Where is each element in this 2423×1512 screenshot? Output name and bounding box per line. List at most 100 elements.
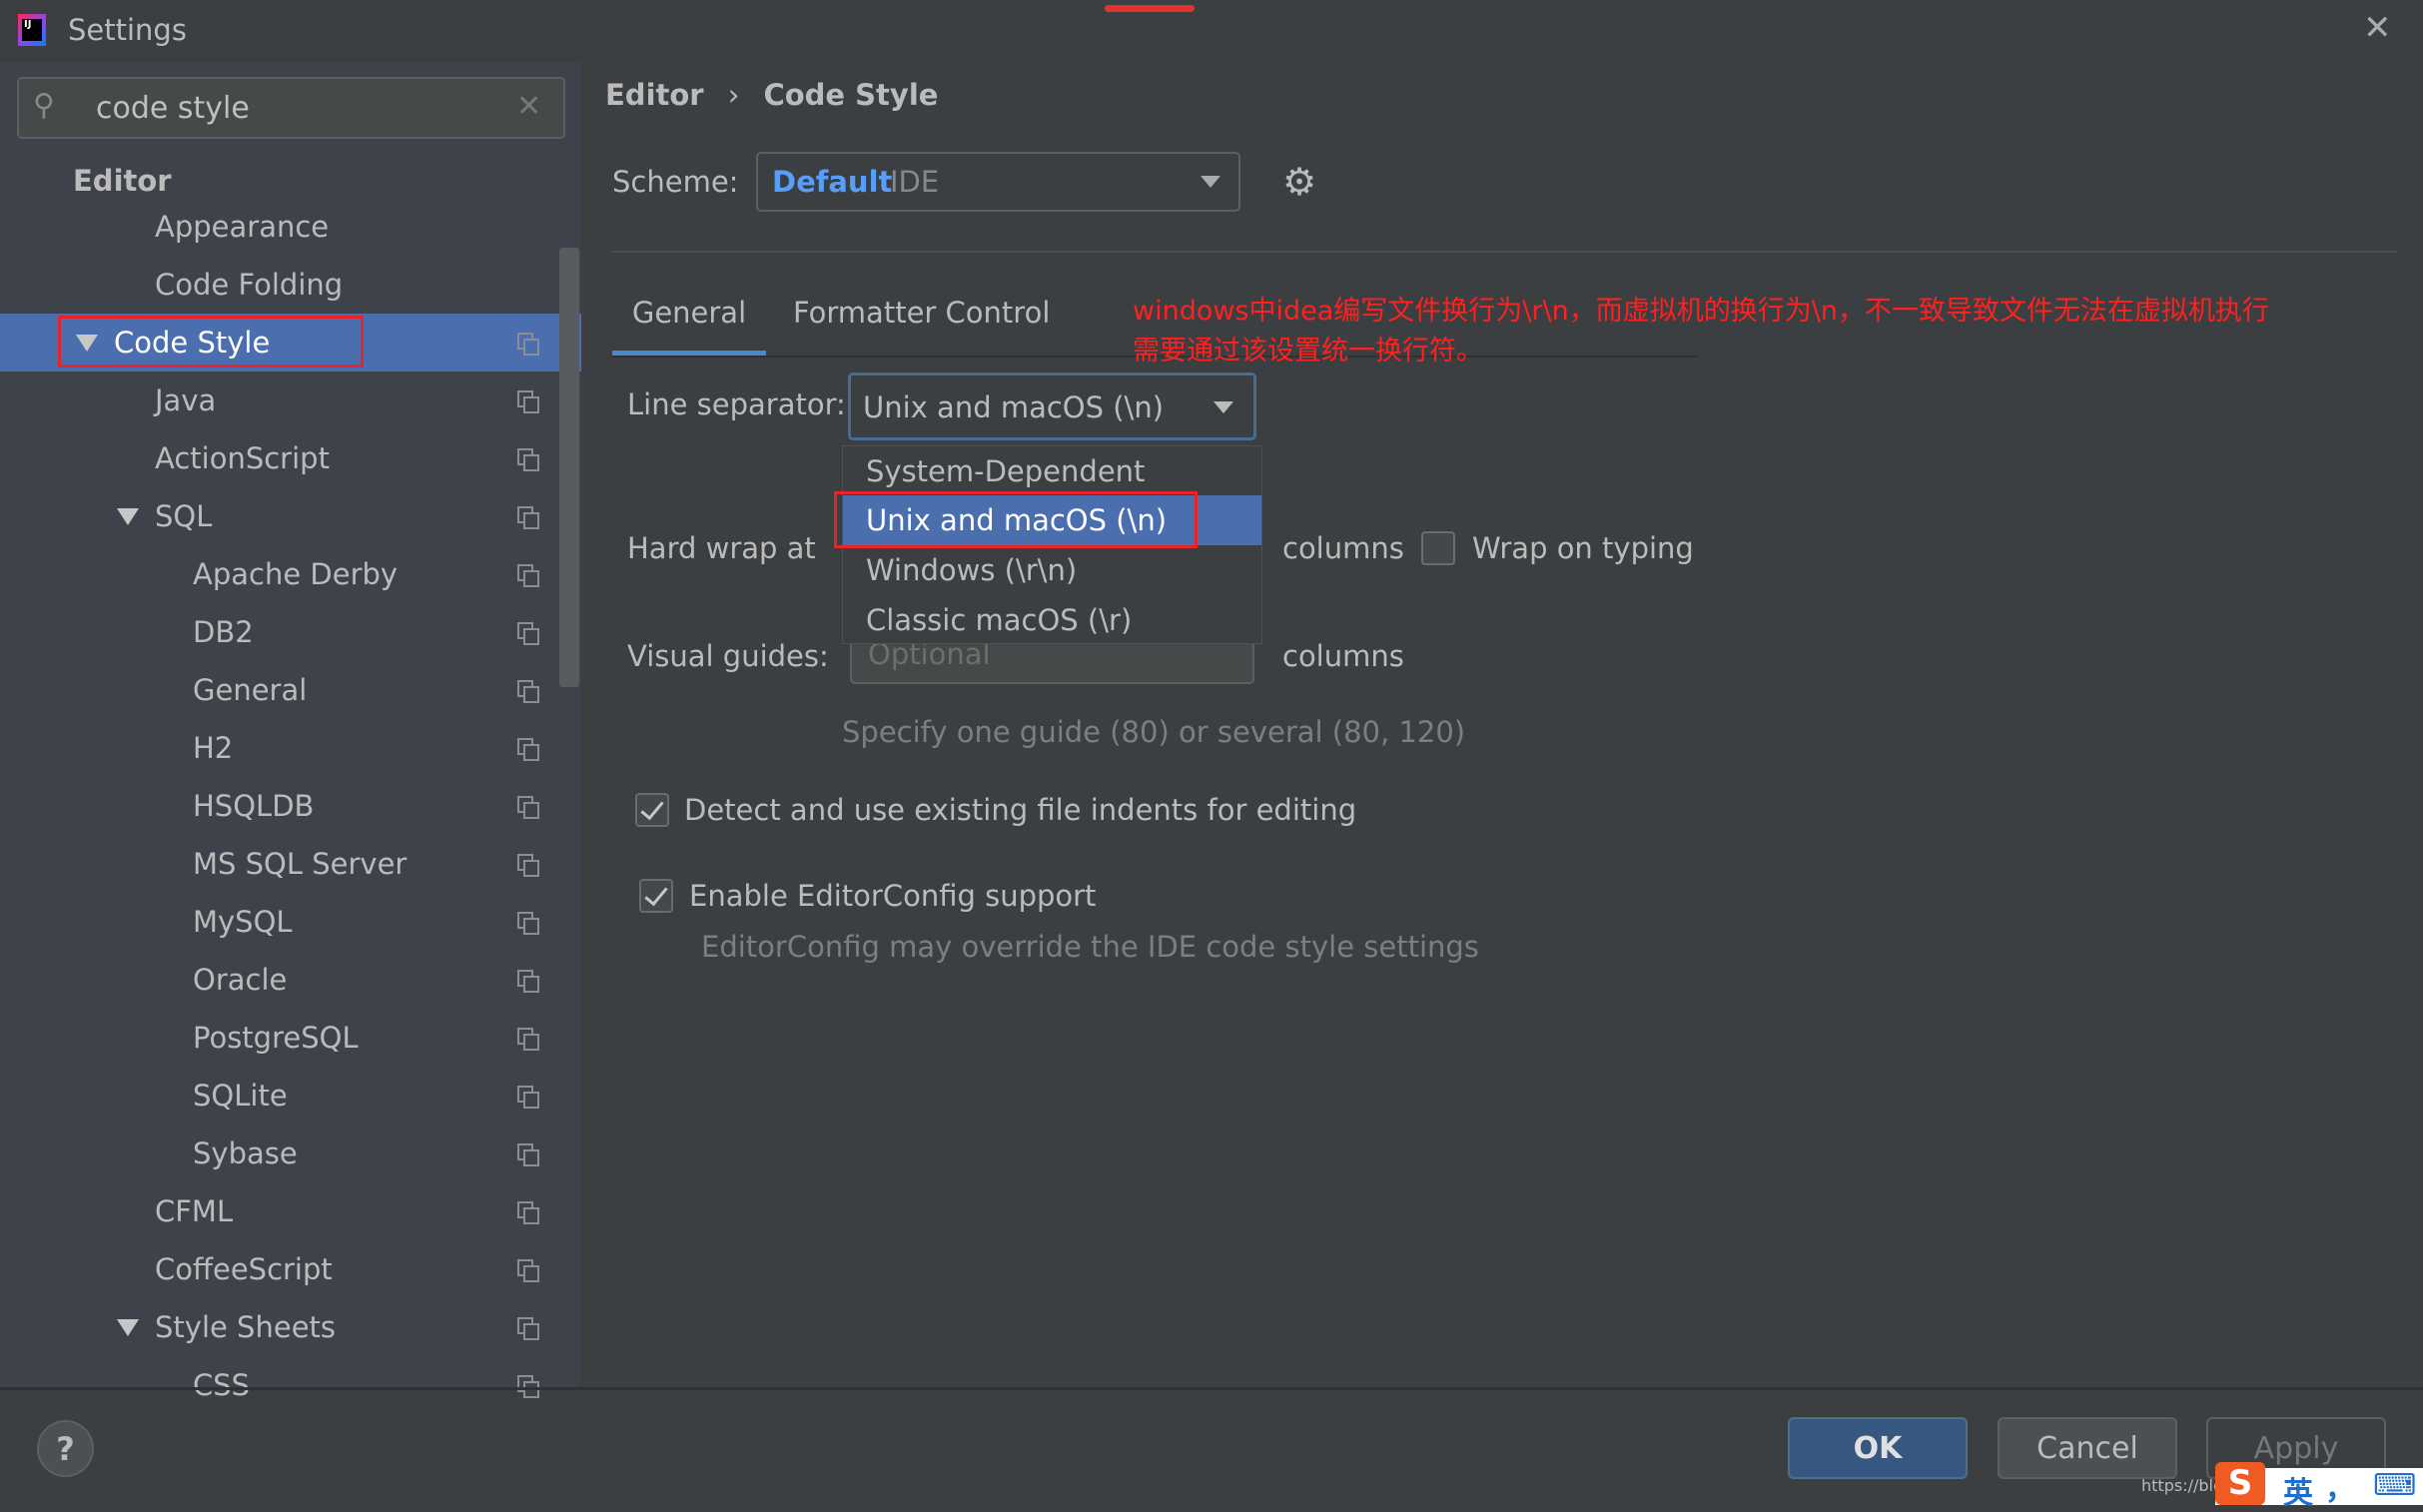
sidebar-item-code-folding[interactable]: Code Folding <box>0 256 581 314</box>
ime-punctuation: ， <box>2325 1472 2355 1507</box>
gear-icon[interactable]: ⚙ <box>1282 160 1316 204</box>
sidebar-item-oracle[interactable]: Oracle <box>0 951 581 1009</box>
settings-sidebar: ⚲ code style ✕ Editor Appearance Code Fol… <box>0 62 581 1402</box>
copy-scheme-icon <box>517 796 539 819</box>
copy-scheme-icon <box>517 333 539 356</box>
copy-scheme-icon <box>517 564 539 587</box>
editorconfig-label[interactable]: Enable EditorConfig support <box>689 879 1096 913</box>
sidebar-item-code-style[interactable]: Code Style <box>0 314 581 372</box>
scheme-label: Scheme: <box>612 165 739 199</box>
copy-scheme-icon <box>517 854 539 877</box>
sidebar-item-label: ActionScript <box>155 441 330 475</box>
copy-scheme-icon <box>517 970 539 993</box>
sidebar-item-style-sheets[interactable]: Style Sheets <box>0 1298 581 1356</box>
wrap-on-typing-checkbox[interactable] <box>1421 531 1455 565</box>
detect-indents-label[interactable]: Detect and use existing file indents for… <box>684 793 1356 827</box>
sidebar-item-h2[interactable]: H2 <box>0 719 581 777</box>
sidebar-item-sqlite[interactable]: SQLite <box>0 1067 581 1125</box>
line-separator-value: Unix and macOS (\n) <box>863 390 1165 424</box>
scheme-dropdown[interactable]: Default IDE <box>756 152 1240 212</box>
scheme-name: Default <box>772 165 893 199</box>
expand-triangle-icon[interactable] <box>117 508 139 525</box>
sidebar-item-general[interactable]: General <box>0 661 581 719</box>
tab-general-label: General <box>631 296 747 330</box>
help-button[interactable]: ? <box>37 1420 94 1477</box>
footer-divider <box>0 1387 2423 1390</box>
sogou-logo-icon: S <box>2215 1462 2265 1505</box>
sidebar-item-db2[interactable]: DB2 <box>0 603 581 661</box>
divider <box>612 251 2398 253</box>
sidebar-item-coffeescript[interactable]: CoffeeScript <box>0 1240 581 1298</box>
option-system-dependent[interactable]: System-Dependent <box>843 446 1261 496</box>
copy-scheme-icon <box>517 1317 539 1340</box>
sidebar-item-postgresql[interactable]: PostgreSQL <box>0 1009 581 1067</box>
tab-formatter-control[interactable]: Formatter Control <box>793 296 1050 330</box>
sidebar-item-ms-sql-server[interactable]: MS SQL Server <box>0 835 581 893</box>
search-input[interactable]: ⚲ code style ✕ <box>17 77 565 139</box>
help-icon: ? <box>56 1429 75 1468</box>
cancel-button[interactable]: Cancel <box>1998 1417 2177 1479</box>
editorconfig-hint: EditorConfig may override the IDE code s… <box>701 930 1479 964</box>
visual-guides-label: Visual guides: <box>627 639 829 673</box>
ime-toolbar[interactable]: S 英 ， ⌨ <box>2215 1462 2423 1511</box>
sidebar-scrollbar[interactable] <box>559 248 579 687</box>
copy-scheme-icon <box>517 912 539 935</box>
sidebar-section-editor[interactable]: Editor <box>73 164 172 198</box>
chevron-down-icon <box>1213 401 1233 413</box>
option-classic-macos[interactable]: Classic macOS (\r) <box>843 595 1261 645</box>
tab-general[interactable]: General <box>612 290 766 357</box>
window-title: Settings <box>68 13 187 47</box>
sidebar-item-label: Style Sheets <box>155 1310 337 1344</box>
annotation-line-1: windows中idea编写文件换行为\r\n，而虚拟机的换行为\n，不一致导致… <box>1133 296 2269 327</box>
visual-guides-hint: Specify one guide (80) or several (80, 1… <box>842 715 1466 749</box>
close-icon[interactable]: ✕ <box>2363 8 2392 48</box>
copy-scheme-icon <box>517 1028 539 1051</box>
wrap-on-typing-label[interactable]: Wrap on typing <box>1472 531 1694 565</box>
search-icon: ⚲ <box>33 88 55 123</box>
sidebar-item-java[interactable]: Java <box>0 372 581 429</box>
clear-search-icon[interactable]: ✕ <box>516 89 541 124</box>
sidebar-item-label: HSQLDB <box>193 789 315 823</box>
sidebar-item-label: MS SQL Server <box>193 847 407 881</box>
sidebar-item-mysql[interactable]: MySQL <box>0 893 581 951</box>
annotation-highlight-box <box>58 316 364 368</box>
copy-scheme-icon <box>517 1259 539 1282</box>
sidebar-item-label: Appearance <box>155 210 330 244</box>
breadcrumb-separator: › <box>727 78 740 112</box>
hard-wrap-columns-label: columns <box>1282 531 1404 565</box>
sidebar-item-sql[interactable]: SQL <box>0 487 581 545</box>
sidebar-item-hsqldb[interactable]: HSQLDB <box>0 777 581 835</box>
sidebar-item-label: H2 <box>193 731 234 765</box>
breadcrumb-code-style: Code Style <box>763 78 939 112</box>
sidebar-item-label: Java <box>155 383 217 417</box>
visual-guides-columns-label: columns <box>1282 639 1404 673</box>
title-bar: IJ Settings ✕ <box>0 0 2423 62</box>
intellij-logo-icon: IJ <box>18 14 46 46</box>
keyboard-icon: ⌨ <box>2373 1468 2417 1503</box>
editorconfig-checkbox[interactable] <box>639 879 673 913</box>
sidebar-item-label: Oracle <box>193 963 288 997</box>
copy-scheme-icon <box>517 506 539 529</box>
sidebar-item-css[interactable]: CSS <box>0 1356 581 1414</box>
sidebar-item-label: MySQL <box>193 905 293 939</box>
sidebar-item-actionscript[interactable]: ActionScript <box>0 429 581 487</box>
sidebar-item-label: Apache Derby <box>193 557 399 591</box>
ok-button[interactable]: OK <box>1788 1417 1968 1479</box>
sidebar-item-label: Code Folding <box>155 268 344 302</box>
sidebar-item-sybase[interactable]: Sybase <box>0 1125 581 1182</box>
line-separator-combo[interactable]: Unix and macOS (\n) <box>848 373 1256 440</box>
sidebar-item-label: General <box>193 673 308 707</box>
detect-indents-checkbox[interactable] <box>635 793 669 827</box>
sidebar-item-label: CoffeeScript <box>155 1252 333 1286</box>
copy-scheme-icon <box>517 1086 539 1109</box>
sidebar-item-appearance[interactable]: Appearance <box>0 198 581 256</box>
hard-wrap-label: Hard wrap at <box>627 531 816 565</box>
option-windows[interactable]: Windows (\r\n) <box>843 545 1261 595</box>
expand-triangle-icon[interactable] <box>117 1319 139 1336</box>
copy-scheme-icon <box>517 390 539 413</box>
sidebar-item-apache-derby[interactable]: Apache Derby <box>0 545 581 603</box>
annotation-text: windows中idea编写文件换行为\r\n，而虚拟机的换行为\n，不一致导致… <box>1133 292 2269 372</box>
breadcrumb-editor[interactable]: Editor <box>605 78 704 112</box>
sidebar-item-cfml[interactable]: CFML <box>0 1182 581 1240</box>
copy-scheme-icon <box>517 1143 539 1166</box>
